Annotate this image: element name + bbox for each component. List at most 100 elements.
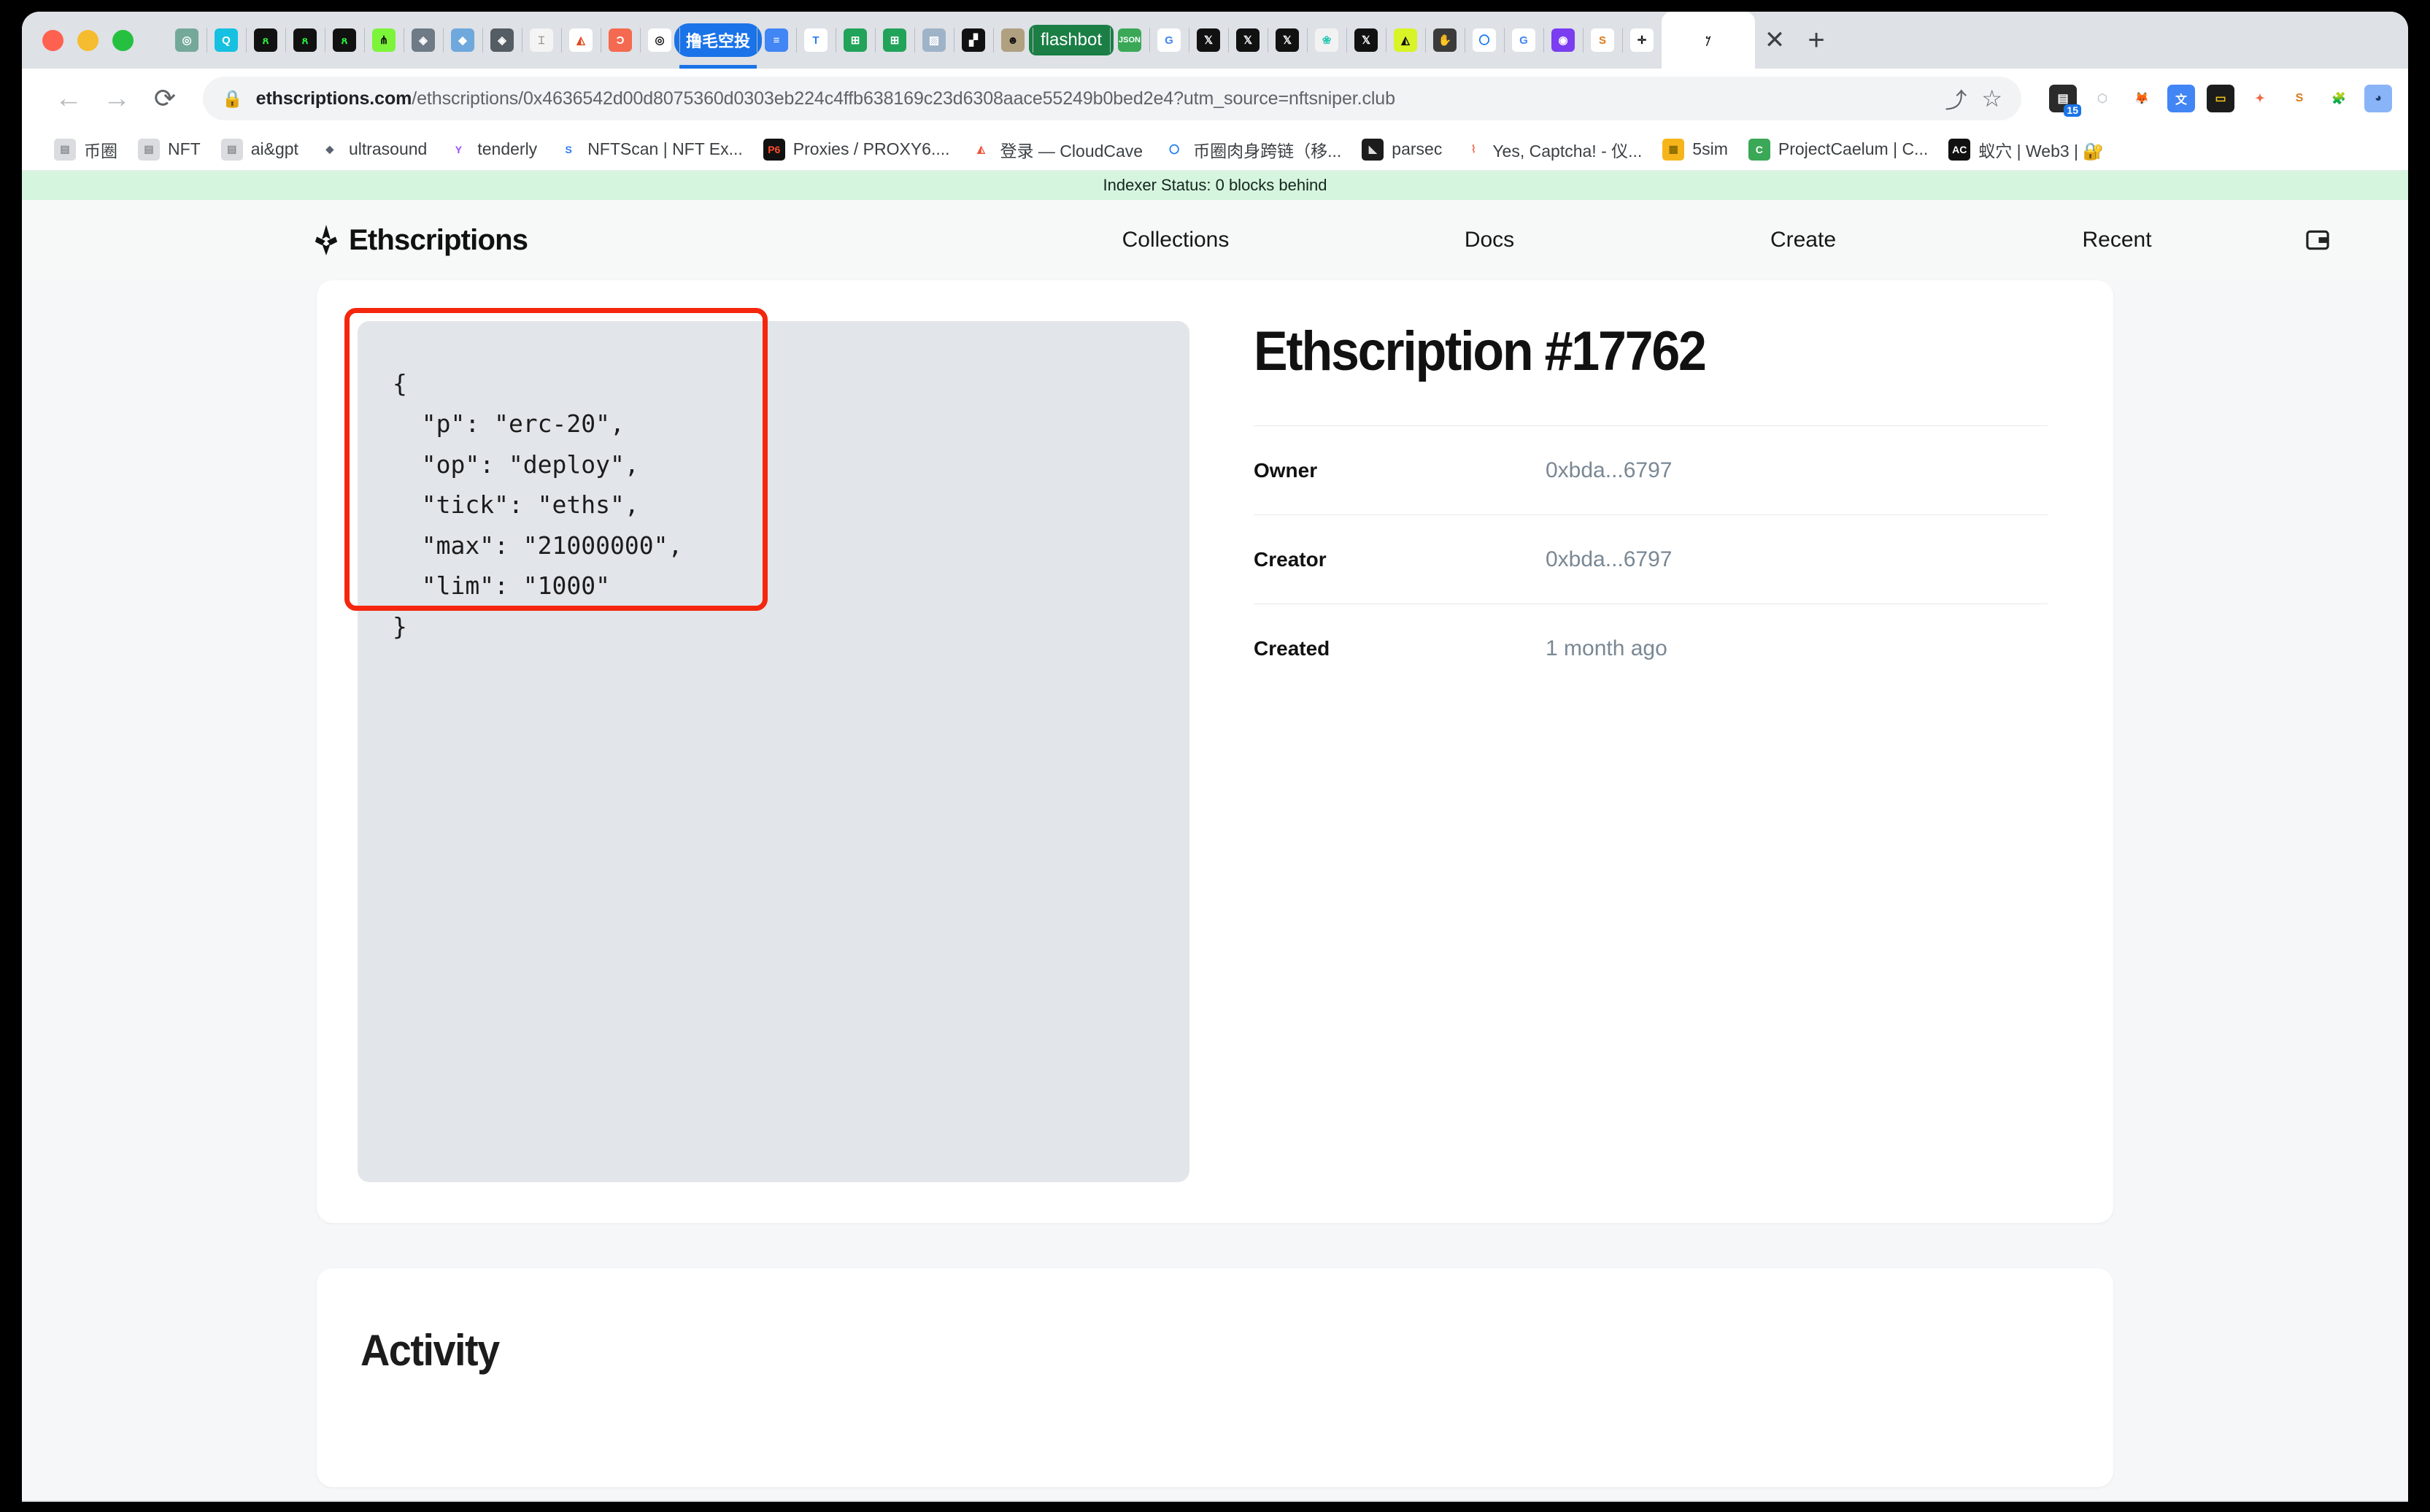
tab-airdrop-tab[interactable]: 撸毛空投: [674, 12, 763, 69]
bookmark-item[interactable]: AC 蚁穴 | Web3 | 🔐: [1938, 133, 2114, 166]
tab-sheets-tab-2[interactable]: ⊞: [875, 12, 914, 69]
maximize-window-button[interactable]: [112, 29, 134, 51]
bookmark-star-icon[interactable]: ☆: [1981, 85, 2002, 112]
tab-spiral-tab[interactable]: ◎: [640, 12, 679, 69]
bookmark-item[interactable]: ◆ ultrasound: [309, 134, 437, 165]
puzzle-extensions-icon[interactable]: 🧩: [2325, 85, 2353, 112]
detail-value[interactable]: 0xbda...6797: [1546, 547, 1672, 572]
favicon-sheets-tab-2: ⊞: [883, 28, 906, 52]
tab-openai-tab[interactable]: ◎: [167, 12, 207, 69]
tab-purple-art-tab[interactable]: ◉: [1543, 12, 1583, 69]
tab-etherscan-tab-2[interactable]: ◈: [482, 12, 522, 69]
tab-black-green-tab-2[interactable]: ጸ: [285, 12, 325, 69]
brand-name: Ethscriptions: [349, 223, 528, 256]
window-controls: [42, 29, 134, 51]
detail-value[interactable]: 1 month ago: [1546, 636, 1667, 661]
tab-json-tab[interactable]: JSON: [1110, 12, 1149, 69]
tab-checker-tab[interactable]: ▞: [954, 12, 993, 69]
nav-link-collections[interactable]: Collections: [1019, 228, 1332, 252]
tab-google-tab-1[interactable]: G: [1149, 12, 1189, 69]
tab-etherscan-tab-1[interactable]: ◈: [404, 12, 443, 69]
bookmark-item[interactable]: ▤ NFT: [128, 134, 211, 165]
tab-blue-o-tab[interactable]: 〇: [1465, 12, 1504, 69]
tab-panda-tab[interactable]: ☻: [993, 12, 1033, 69]
tab-flame-tab[interactable]: ◭: [561, 12, 601, 69]
nav-link-docs[interactable]: Docs: [1332, 228, 1646, 252]
bookmark-item[interactable]: Ytenderly: [437, 134, 547, 165]
minimize-window-button[interactable]: [77, 29, 99, 51]
bookmark-item[interactable]: C ProjectCaelum | C...: [1738, 134, 1938, 165]
bookmarks-bar: ▤ 币圈 ▤ NFT ▤ ai&gpt ◆ ultrasound Ytenderly S NFTSc…: [22, 128, 2408, 171]
tab-s-tab[interactable]: S: [1583, 12, 1622, 69]
nav-link-recent[interactable]: Recent: [1960, 228, 2274, 252]
tab-lamp-tab[interactable]: ⌶: [522, 12, 561, 69]
tab-teal-tab[interactable]: ❀: [1307, 12, 1346, 69]
address-bar[interactable]: 🔒 ethscriptions.com/ethscriptions/0x4636…: [203, 77, 2021, 120]
parsec-icon: ◣: [1362, 138, 1384, 161]
tab-photo-tab[interactable]: ▨: [914, 12, 954, 69]
detail-value[interactable]: 0xbda...6797: [1546, 458, 1672, 483]
profile-avatar-icon[interactable]: ◕: [2364, 85, 2392, 112]
bookmark-label: 币圈肉身跨链（移...: [1193, 141, 1342, 161]
tab-sheets-tab-1[interactable]: ⊞: [836, 12, 875, 69]
google-translate-extension-icon[interactable]: 文: [2167, 85, 2195, 112]
forward-button[interactable]: →: [96, 78, 137, 119]
cloudcave-icon: ◭: [970, 138, 992, 161]
tab-text-tab[interactable]: T: [796, 12, 836, 69]
tab-ethscriptions-active-tab[interactable]: 𐤊: [1662, 12, 1755, 69]
snapshot-extension-icon[interactable]: S: [2286, 85, 2313, 112]
tab-green-circle-tab[interactable]: ⋔: [364, 12, 404, 69]
favicon-panda-tab: ☻: [1001, 28, 1025, 52]
reload-button[interactable]: ⟳: [144, 78, 185, 119]
tab-blue-gem-tab[interactable]: ◆: [443, 12, 482, 69]
bookmark-item[interactable]: S NFTScan | NFT Ex...: [547, 134, 753, 165]
bookmark-item[interactable]: 〇币圈肉身跨链（移...: [1153, 133, 1351, 166]
tab-hand-tab[interactable]: ✋: [1425, 12, 1465, 69]
brand-logo-link[interactable]: Ethscriptions: [314, 224, 528, 257]
bookmark-label: ProjectCaelum | C...: [1778, 139, 1929, 158]
bookmark-item[interactable]: P6 Proxies / PROXY6....: [753, 134, 960, 165]
close-window-button[interactable]: [42, 29, 63, 51]
antnest-icon: AC: [1948, 138, 1971, 161]
tab-x-tab-1[interactable]: 𝕏: [1189, 12, 1228, 69]
tab-black-green-tab-3[interactable]: ጸ: [325, 12, 364, 69]
bookmark-item[interactable]: ⌇ Yes, Captcha! - 仪...: [1452, 133, 1652, 166]
bookmark-item[interactable]: ▤ ai&gpt: [211, 134, 309, 165]
card-extension-icon[interactable]: ▭: [2207, 85, 2234, 112]
tab-yellow-eth-tab[interactable]: ◭: [1386, 12, 1425, 69]
tab-black-green-tab-1[interactable]: ጸ: [246, 12, 285, 69]
favicon-x-tab-3: 𝕏: [1276, 28, 1299, 52]
tab-orange-tab[interactable]: Ɔ: [601, 12, 640, 69]
ai-extension-icon[interactable]: ✦: [2246, 85, 2274, 112]
notes-extension-icon[interactable]: ▤ 15: [2049, 85, 2081, 117]
share-icon[interactable]: ⤴: [1945, 82, 1967, 115]
bookmark-item[interactable]: ▦ 5sim: [1652, 134, 1738, 165]
metamask-extension-icon[interactable]: 🦊: [2128, 85, 2156, 112]
favicon-spiral-tab: ◎: [648, 28, 671, 52]
tab-blue-app-tab[interactable]: Q: [207, 12, 246, 69]
close-tab-button[interactable]: ✕: [1755, 12, 1794, 69]
detail-label: Created: [1254, 636, 1330, 660]
tab-target-tab[interactable]: ✛: [1622, 12, 1662, 69]
nav-link-create[interactable]: Create: [1646, 228, 1960, 252]
bookmark-label: parsec: [1392, 139, 1443, 158]
tab-active-underline: [679, 65, 757, 69]
bookmark-item[interactable]: ▤ 币圈: [44, 133, 128, 166]
bookmark-label: tenderly: [477, 139, 538, 158]
activity-title: Activity: [360, 1326, 500, 1375]
wallet-button[interactable]: [2274, 227, 2361, 253]
favicon-x-tab-2: 𝕏: [1236, 28, 1260, 52]
tab-google-docs-tab[interactable]: ≡: [757, 12, 796, 69]
bookmark-item[interactable]: ◣ parsec: [1351, 134, 1452, 165]
tab-x-tab-4[interactable]: 𝕏: [1346, 12, 1386, 69]
bookmark-item[interactable]: ◭ 登录 — CloudCave: [960, 133, 1154, 166]
tab-x-tab-2[interactable]: 𝕏: [1228, 12, 1268, 69]
back-button[interactable]: ←: [48, 78, 89, 119]
indexer-status-banner: Indexer Status: 0 blocks behind: [22, 171, 2408, 200]
tab-flashbot-tab[interactable]: flashbot: [1028, 12, 1114, 69]
new-tab-button[interactable]: +: [1794, 12, 1838, 69]
favicon-json-tab: JSON: [1118, 28, 1141, 52]
rabby-extension-icon[interactable]: ⬡: [2088, 85, 2116, 112]
tab-google-tab-2[interactable]: G: [1504, 12, 1543, 69]
tab-x-tab-3[interactable]: 𝕏: [1268, 12, 1307, 69]
